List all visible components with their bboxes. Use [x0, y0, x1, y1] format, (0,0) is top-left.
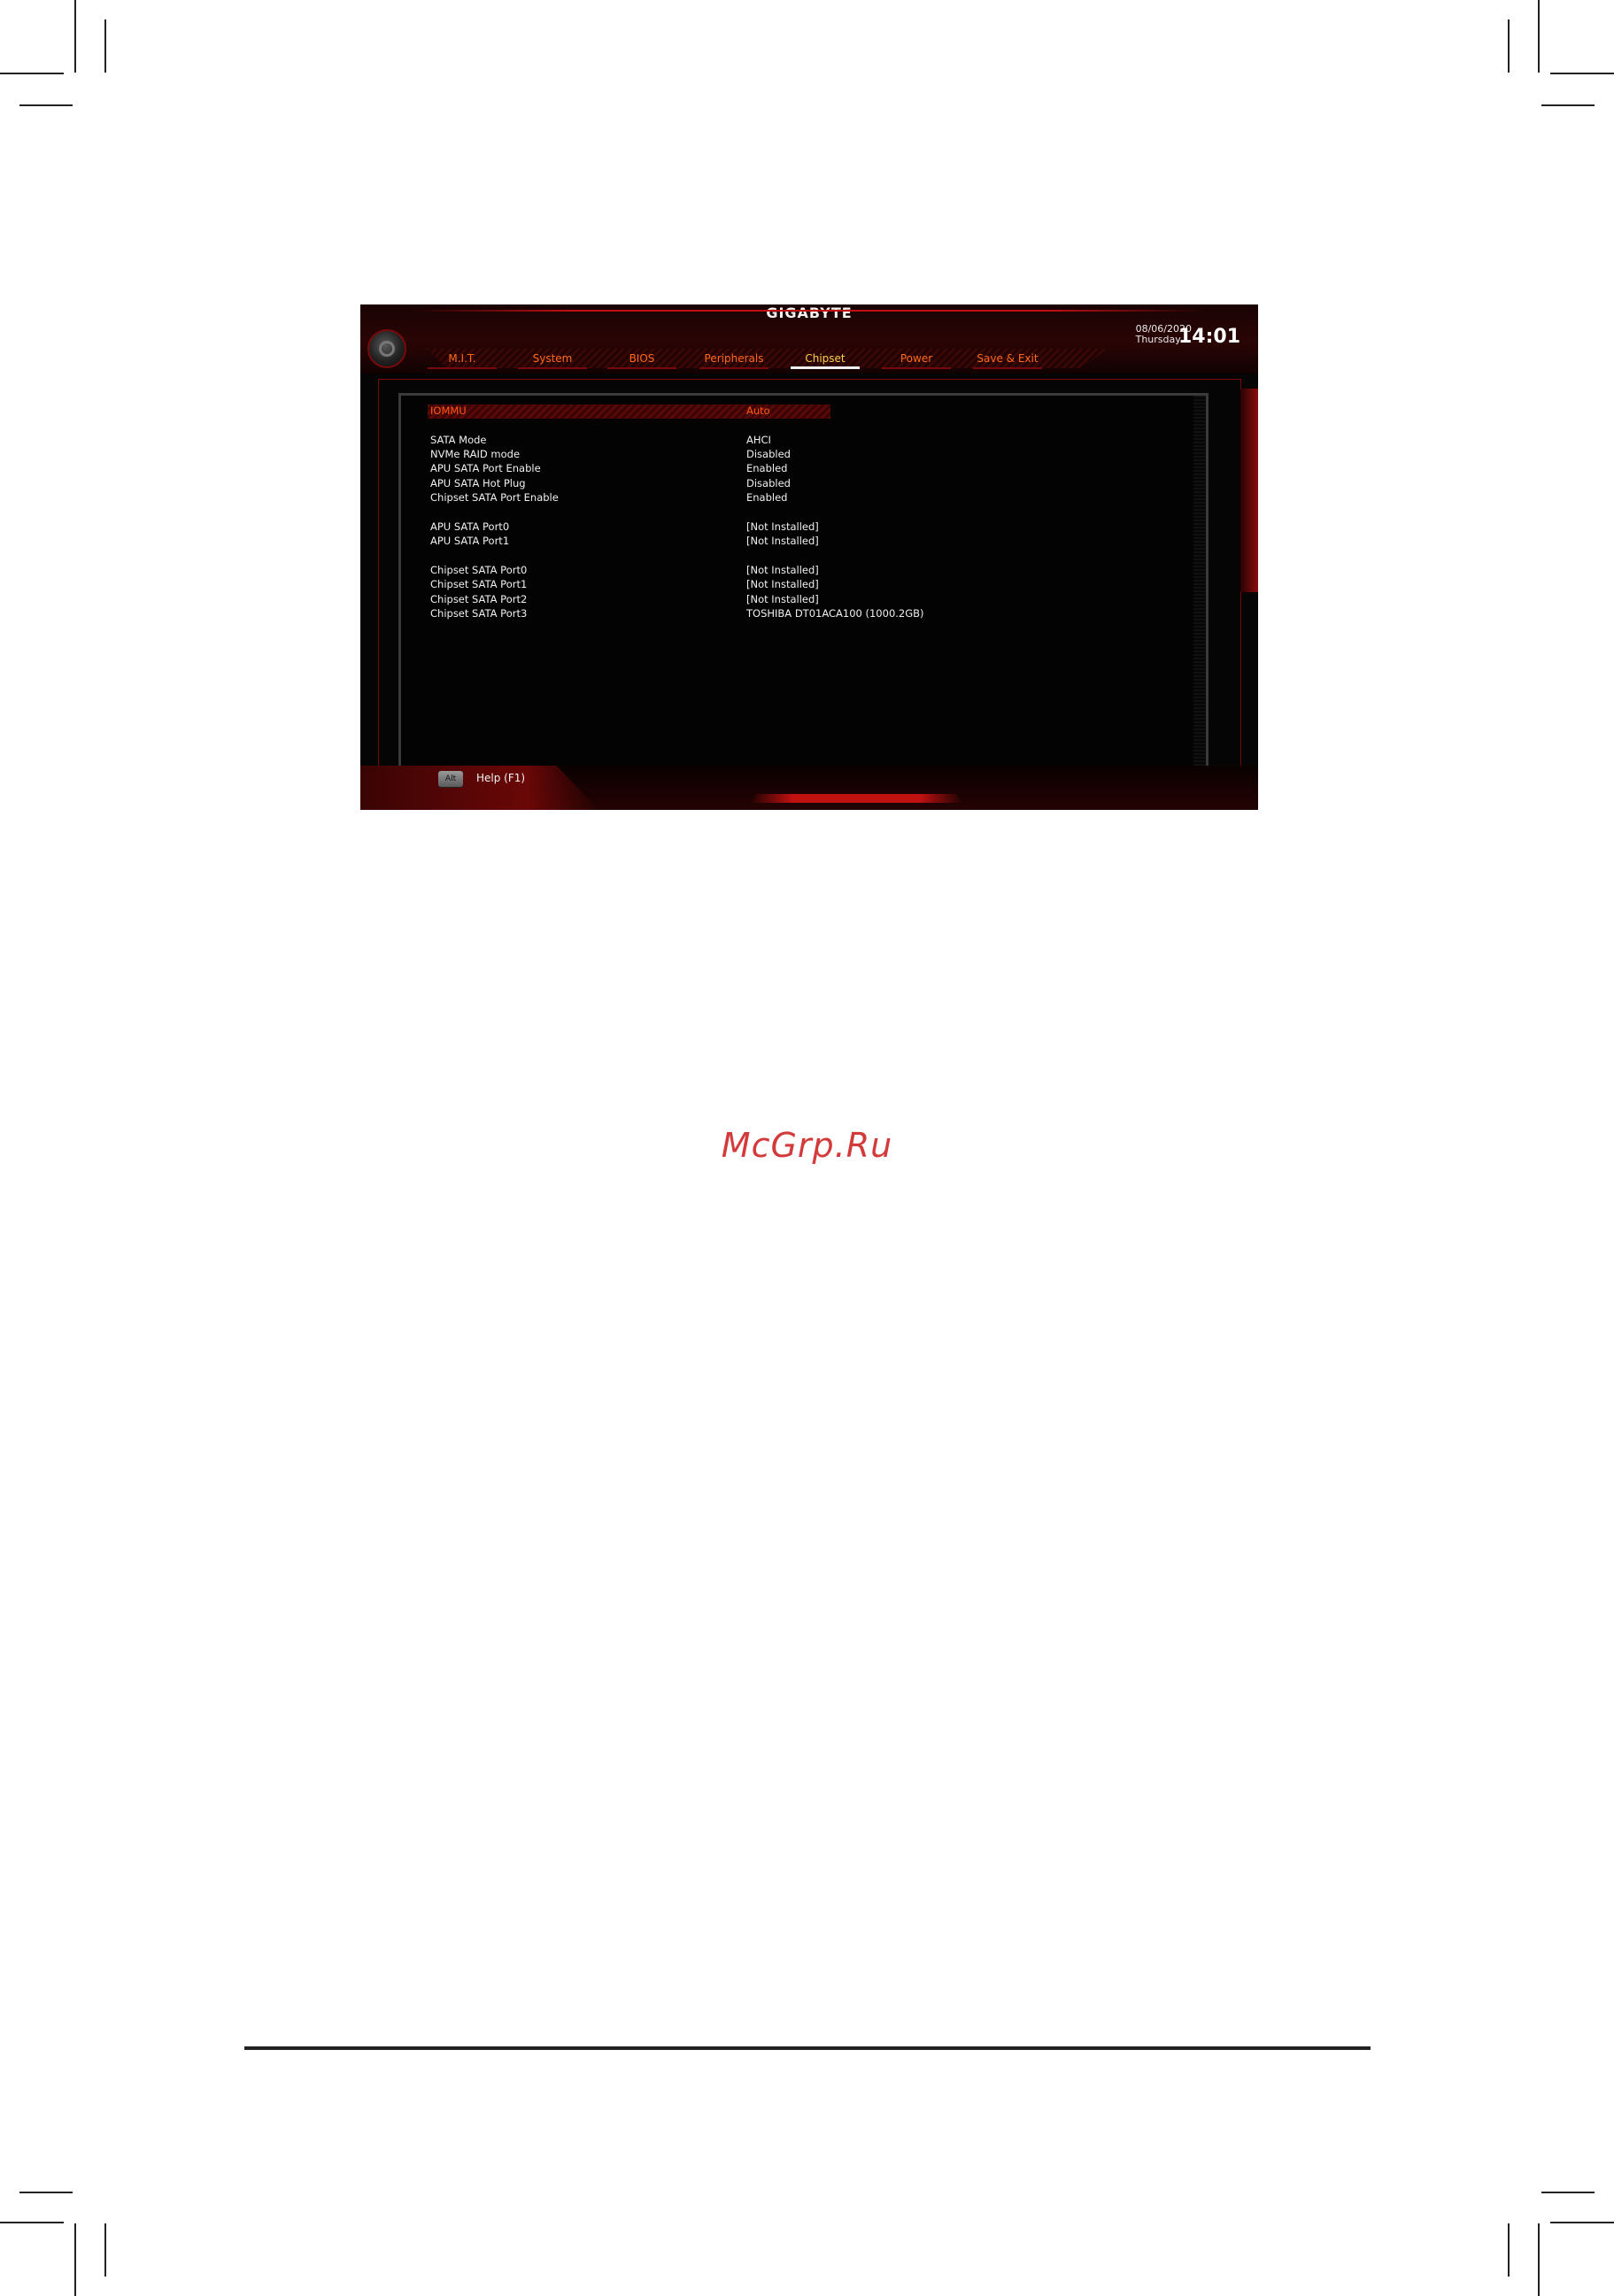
tab-peripherals[interactable]: Peripherals — [694, 351, 774, 369]
brand-logo-text: GIGABYTE — [766, 304, 853, 321]
setting-row-sata-mode[interactable]: SATA Mode AHCI — [401, 434, 1207, 448]
setting-value: [Not Installed] — [746, 520, 819, 533]
manual-page: GIGABYTE M.I.T. System BIOS Peripherals … — [0, 0, 1614, 2296]
setting-row-chipset-sata-port-enable[interactable]: Chipset SATA Port Enable Enabled — [401, 491, 1207, 505]
setting-row-chipset-sata-port0: Chipset SATA Port0 [Not Installed] — [401, 564, 1207, 578]
crop-mark — [1538, 2223, 1540, 2296]
setting-label: Chipset SATA Port Enable — [430, 491, 559, 504]
footer-glow — [750, 794, 962, 803]
tab-system[interactable]: System — [513, 351, 592, 369]
alt-key-icon[interactable]: Alt — [438, 771, 463, 787]
tab-power[interactable]: Power — [877, 351, 956, 369]
clock-time: 14:01 — [1178, 326, 1240, 348]
setting-label: Chipset SATA Port2 — [430, 593, 528, 605]
crop-mark — [74, 0, 76, 73]
watermark-text: McGrp.Ru — [721, 1126, 893, 1165]
crop-mark — [0, 2222, 64, 2223]
setting-label: NVMe RAID mode — [430, 448, 521, 460]
setting-value: AHCI — [746, 434, 771, 446]
setting-row-chipset-sata-port3: Chipset SATA Port3 TOSHIBA DT01ACA100 (1… — [401, 607, 1207, 621]
crop-mark — [0, 73, 64, 74]
crop-mark — [1550, 73, 1614, 74]
setting-value: [Not Installed] — [746, 535, 819, 547]
setting-value: Enabled — [746, 491, 788, 504]
crop-mark — [104, 19, 106, 73]
tab-bar: M.I.T. System BIOS Peripherals Chipset P… — [360, 351, 1258, 369]
setting-row-nvme-raid[interactable]: NVMe RAID mode Disabled — [401, 448, 1207, 462]
setting-label: APU SATA Port Enable — [430, 462, 541, 474]
setting-value: [Not Installed] — [746, 564, 819, 576]
crop-mark — [1508, 19, 1510, 73]
crop-mark — [1508, 2223, 1510, 2277]
tab-save-exit[interactable]: Save & Exit — [968, 351, 1047, 369]
crop-mark — [1541, 104, 1595, 106]
crop-mark — [104, 2223, 106, 2277]
crop-mark — [19, 2192, 73, 2193]
setting-value: [Not Installed] — [746, 593, 819, 605]
crop-mark — [19, 104, 73, 106]
bios-header: GIGABYTE M.I.T. System BIOS Peripherals … — [360, 304, 1258, 374]
setting-row-apu-sata-port1: APU SATA Port1 [Not Installed] — [401, 535, 1207, 549]
help-button[interactable]: Help (F1) — [476, 772, 525, 784]
setting-row-iommu[interactable]: IOMMU Auto — [428, 404, 830, 419]
tab-mit[interactable]: M.I.T. — [422, 351, 502, 369]
setting-row-chipset-sata-port1: Chipset SATA Port1 [Not Installed] — [401, 578, 1207, 592]
setting-value: TOSHIBA DT01ACA100 (1000.2GB) — [746, 607, 924, 620]
setting-value: Disabled — [746, 448, 791, 460]
side-accent — [1240, 389, 1258, 592]
footer-rule — [244, 2046, 1371, 2050]
setting-row-chipset-sata-port2: Chipset SATA Port2 [Not Installed] — [401, 593, 1207, 607]
setting-row-apu-sata-port0: APU SATA Port0 [Not Installed] — [401, 520, 1207, 535]
bios-footer: Alt Help (F1) — [360, 766, 1258, 810]
bios-screen: GIGABYTE M.I.T. System BIOS Peripherals … — [360, 304, 1258, 810]
setting-label: Chipset SATA Port0 — [430, 564, 528, 576]
setting-row-apu-sata-hot-plug[interactable]: APU SATA Hot Plug Disabled — [401, 477, 1207, 491]
setting-value: Disabled — [746, 477, 791, 489]
crop-mark — [1541, 2192, 1595, 2193]
setting-value: [Not Installed] — [746, 578, 819, 590]
tab-bios[interactable]: BIOS — [602, 351, 682, 369]
setting-label: APU SATA Port1 — [430, 535, 510, 547]
setting-label: Chipset SATA Port3 — [430, 607, 528, 620]
crop-mark — [1550, 2222, 1614, 2223]
setting-label: SATA Mode — [430, 434, 487, 446]
setting-label: APU SATA Hot Plug — [430, 477, 526, 489]
crop-mark — [74, 2223, 76, 2296]
setting-row-apu-sata-port-enable[interactable]: APU SATA Port Enable Enabled — [401, 462, 1207, 476]
crop-mark — [1538, 0, 1540, 73]
settings-panel: IOMMU Auto SATA Mode AHCI NVMe RAID mode… — [398, 393, 1209, 785]
setting-value: Auto — [746, 404, 770, 417]
setting-value: Enabled — [746, 462, 788, 474]
setting-label: APU SATA Port0 — [430, 520, 510, 533]
setting-label: Chipset SATA Port1 — [430, 578, 528, 590]
setting-label: IOMMU — [430, 404, 467, 417]
tab-chipset[interactable]: Chipset — [785, 351, 865, 369]
